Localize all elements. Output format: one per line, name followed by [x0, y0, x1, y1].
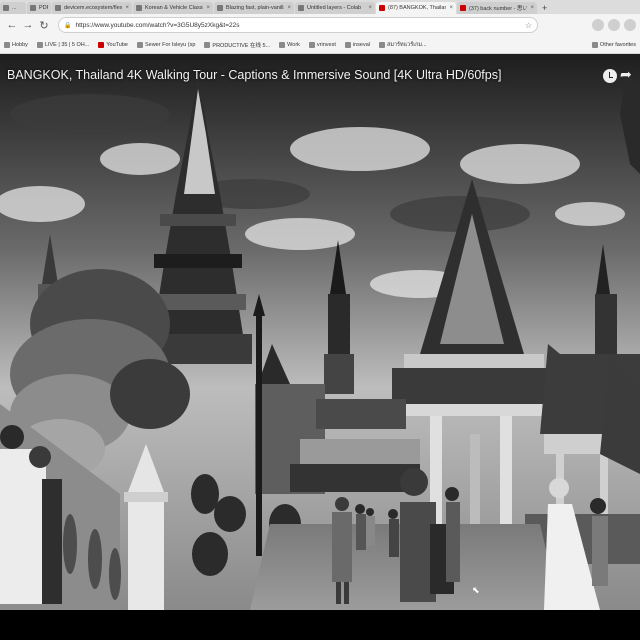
- tab-close-icon[interactable]: ×: [206, 5, 210, 11]
- bookmark-star-icon[interactable]: ☆: [525, 21, 532, 30]
- bookmark-item[interactable]: Hobby: [4, 41, 28, 48]
- folder-icon: [4, 41, 10, 48]
- share-arrow-icon[interactable]: ➦: [620, 66, 632, 83]
- browser-tab[interactable]: Untitled layers - Colab ×: [295, 2, 375, 14]
- tab-close-icon[interactable]: ×: [125, 5, 129, 11]
- bookmark-item[interactable]: LIVE | 35 | 5 OH...: [36, 41, 89, 48]
- tab-favicon-icon: [3, 5, 9, 11]
- youtube-favicon-icon: [98, 41, 105, 48]
- address-bar[interactable]: 🔒 https://www.youtube.com/watch?v=3G5U8y…: [58, 17, 538, 33]
- new-tab-icon[interactable]: +: [538, 2, 551, 14]
- address-url[interactable]: https://www.youtube.com/watch?v=3G5U8y5z…: [75, 22, 524, 29]
- tab-close-icon[interactable]: ×: [287, 5, 291, 11]
- browser-tab-active[interactable]: (87) BANGKOK, Thailand 4K...×: [376, 2, 456, 14]
- profile-avatar[interactable]: [624, 19, 636, 31]
- bottom-black-bar: [0, 610, 640, 640]
- reload-icon[interactable]: ↻: [36, 17, 52, 33]
- extension-icon[interactable]: [608, 19, 620, 31]
- browser-toolbar: ← → ↻ 🔒 https://www.youtube.com/watch?v=…: [0, 14, 640, 36]
- tab-close-icon[interactable]: ×: [530, 5, 534, 11]
- bookmarks-bar: Hobby LIVE | 35 | 5 OH... YouTube Sewer …: [0, 36, 640, 54]
- browser-tab[interactable]: devicem.ecosystem/flex/play...×: [52, 2, 132, 14]
- bookmark-item[interactable]: vrinvest: [308, 41, 336, 48]
- folder-icon: [344, 41, 351, 48]
- tab-favicon-icon: [217, 5, 223, 11]
- tab-close-icon[interactable]: ×: [368, 5, 372, 11]
- video-player[interactable]: BANGKOK, Thailand 4K Walking Tour - Capt…: [0, 54, 640, 610]
- browser-tab[interactable]: (37) back number - 思いが...×: [457, 2, 537, 14]
- bookmark-favicon-icon: [204, 41, 211, 48]
- bookmark-favicon-icon: [136, 41, 143, 48]
- video-frame: [0, 54, 640, 610]
- bookmark-item[interactable]: สมาร์ทแวร์เกม...: [378, 41, 427, 49]
- tab-favicon-icon: [136, 5, 142, 11]
- toolbar-extensions: [592, 19, 636, 31]
- folder-icon: [591, 41, 598, 48]
- youtube-favicon-icon: [460, 5, 466, 11]
- tab-favicon-icon: [30, 5, 36, 11]
- tab-favicon-icon: [298, 5, 304, 11]
- folder-icon: [308, 41, 315, 48]
- bookmark-item[interactable]: Work: [279, 41, 300, 48]
- video-title[interactable]: BANGKOK, Thailand 4K Walking Tour - Capt…: [7, 68, 501, 82]
- bookmark-item[interactable]: PRODUCTIVE 在线 5...: [204, 41, 270, 49]
- browser-tab[interactable]: Blazing fast, plain-vanilla Debo...×: [214, 2, 294, 14]
- tab-strip: ... PDF devicem.ecosystem/flex/play...× …: [0, 0, 640, 14]
- tab-favicon-icon: [55, 5, 61, 11]
- bookmark-favicon-icon: [378, 41, 385, 48]
- browser-tab[interactable]: ...: [0, 2, 26, 14]
- other-bookmarks[interactable]: Other favorites: [591, 41, 636, 48]
- bookmark-favicon-icon: [36, 41, 43, 48]
- mouse-cursor-icon: ⬉: [472, 585, 480, 595]
- folder-icon: [279, 41, 286, 48]
- bookmark-item[interactable]: inseval: [344, 41, 370, 48]
- lock-icon: 🔒: [64, 22, 72, 29]
- bookmark-item[interactable]: YouTube: [98, 41, 128, 48]
- browser-tab[interactable]: Korean & Vehicle Classification×: [133, 2, 213, 14]
- back-arrow-icon[interactable]: ←: [4, 17, 20, 33]
- extension-icon[interactable]: [592, 19, 604, 31]
- forward-arrow-icon[interactable]: →: [20, 17, 36, 33]
- bookmark-item[interactable]: Sewer For Isleyu (sp: [136, 41, 195, 48]
- clock-icon[interactable]: [603, 69, 617, 83]
- tab-close-icon[interactable]: ×: [449, 5, 453, 11]
- youtube-favicon-icon: [379, 5, 385, 11]
- browser-tab[interactable]: PDF: [27, 2, 51, 14]
